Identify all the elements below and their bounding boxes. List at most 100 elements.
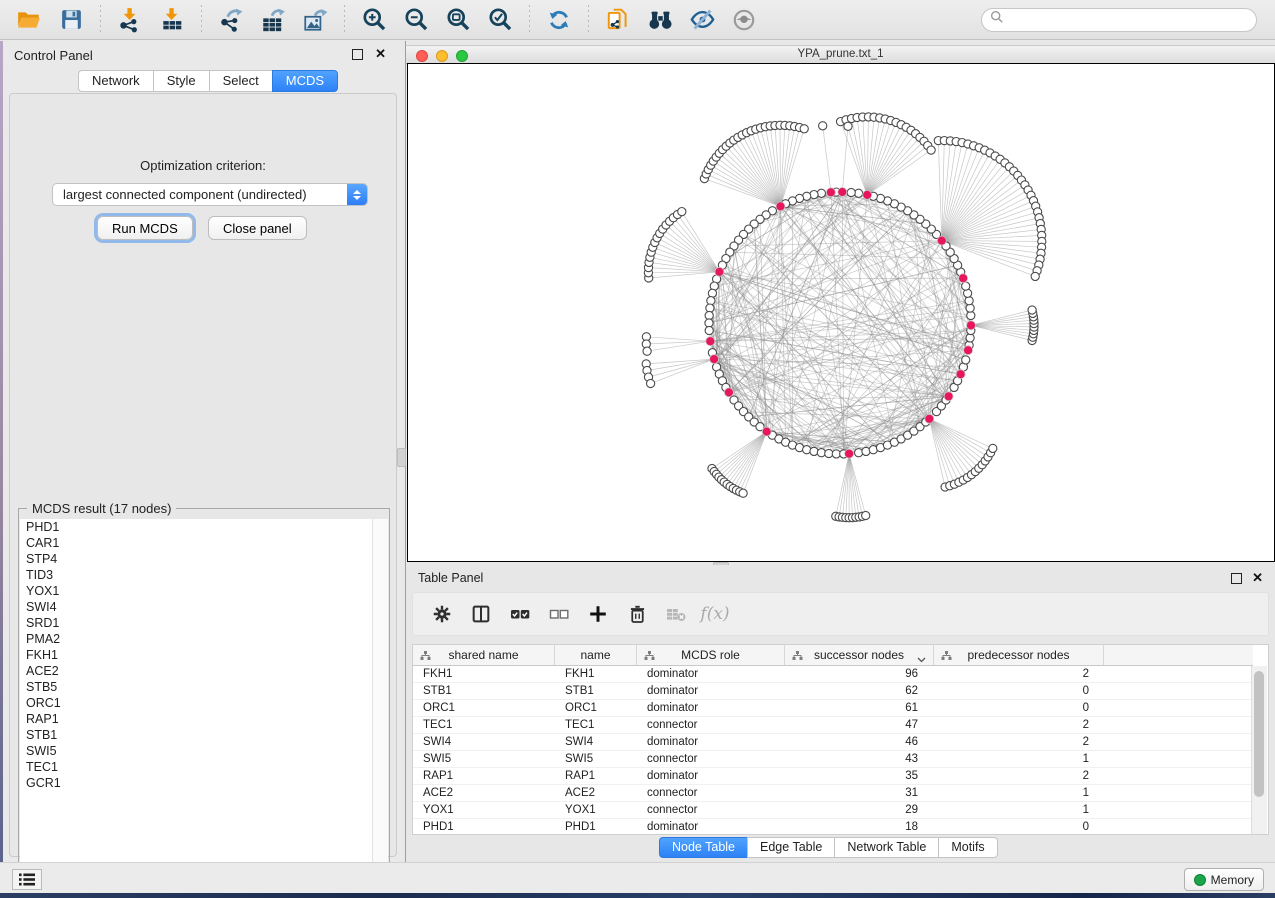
table-row[interactable]: SWI4SWI4dominator462 [413,734,1253,751]
mcds-result-item[interactable]: STP4 [20,551,372,567]
memory-button[interactable]: Memory [1184,868,1264,891]
tab-style[interactable]: Style [153,70,209,92]
table-cell[interactable]: connector [637,785,785,801]
table-cell[interactable]: dominator [637,819,785,834]
table-cell[interactable]: YOX1 [555,802,637,818]
table-cell[interactable]: 1 [934,802,1104,818]
import-table-icon[interactable] [157,5,187,35]
table-cell[interactable]: 2 [934,734,1104,750]
table-cell[interactable]: STB1 [413,683,555,699]
tab-mcds[interactable]: MCDS [272,70,338,92]
clone-network-icon[interactable] [603,5,633,35]
export-network-icon[interactable] [216,5,246,35]
table-scrollbar-thumb[interactable] [1254,671,1264,797]
float-table-panel-icon[interactable] [1231,573,1242,584]
close-table-panel-icon[interactable]: ✕ [1252,570,1263,586]
mcds-result-item[interactable]: RAP1 [20,711,372,727]
table-cell[interactable]: dominator [637,683,785,699]
optimization-criterion-select[interactable]: largest connected component (undirected) [52,183,368,206]
table-cell[interactable]: TEC1 [413,717,555,733]
table-cell[interactable]: 1 [934,785,1104,801]
table-cell[interactable] [1104,819,1253,834]
table-cell[interactable]: PHD1 [413,819,555,834]
table-cell[interactable]: connector [637,751,785,767]
mcds-result-item[interactable]: SWI4 [20,599,372,615]
table-cell[interactable]: ACE2 [555,785,637,801]
result-list-scrollbar[interactable] [372,519,388,878]
mcds-result-list[interactable]: PHD1CAR1STP4TID3YOX1SWI4SRD1PMA2FKH1ACE2… [20,519,372,878]
save-icon[interactable] [56,5,86,35]
table-cell[interactable]: FKH1 [555,666,637,682]
table-cell[interactable]: dominator [637,734,785,750]
table-row[interactable]: ORC1ORC1dominator610 [413,700,1253,717]
table-settings-gear-icon[interactable] [429,601,455,627]
table-row[interactable]: SWI5SWI5connector431 [413,751,1253,768]
export-image-icon[interactable] [300,5,330,35]
tab-network-table[interactable]: Network Table [834,837,938,858]
table-cell[interactable]: 43 [785,751,934,767]
import-network-icon[interactable] [115,5,145,35]
column-header-shared-name[interactable]: shared name [413,645,555,665]
tab-node-table[interactable]: Node Table [659,837,747,858]
table-cell[interactable]: 35 [785,768,934,784]
table-cell[interactable]: 46 [785,734,934,750]
close-panel-icon[interactable]: ✕ [375,46,386,62]
mcds-result-item[interactable]: SRD1 [20,615,372,631]
table-cell[interactable]: RAP1 [413,768,555,784]
mcds-result-item[interactable]: STB1 [20,727,372,743]
network-canvas[interactable] [407,63,1275,562]
table-cell[interactable]: dominator [637,700,785,716]
table-cell[interactable]: 18 [785,819,934,834]
table-cell[interactable]: PHD1 [555,819,637,834]
table-row[interactable]: YOX1YOX1connector291 [413,802,1253,819]
network-graph[interactable] [408,64,1272,559]
table-cell[interactable] [1104,683,1253,699]
show-column-icon[interactable] [468,601,494,627]
task-history-button[interactable] [12,869,42,890]
table-cell[interactable]: ORC1 [555,700,637,716]
search-input[interactable] [1004,10,1256,30]
table-row[interactable]: STB1STB1dominator620 [413,683,1253,700]
export-table-icon[interactable] [258,5,288,35]
table-cell[interactable]: YOX1 [413,802,555,818]
table-cell[interactable]: 0 [934,700,1104,716]
table-cell[interactable]: 31 [785,785,934,801]
mcds-result-item[interactable]: ORC1 [20,695,372,711]
mcds-result-item[interactable]: STB5 [20,679,372,695]
mcds-result-item[interactable]: GCR1 [20,775,372,791]
table-cell[interactable]: connector [637,717,785,733]
zoom-out-icon[interactable] [401,5,431,35]
column-header-mcds-role[interactable]: MCDS role [637,645,785,665]
mcds-result-item[interactable]: CAR1 [20,535,372,551]
table-cell[interactable]: 0 [934,819,1104,834]
table-cell[interactable]: SWI5 [413,751,555,767]
refresh-icon[interactable] [544,5,574,35]
mcds-result-item[interactable]: PMA2 [20,631,372,647]
zoom-selected-icon[interactable] [485,5,515,35]
mcds-result-item[interactable]: PHD1 [20,519,372,535]
table-cell[interactable]: dominator [637,768,785,784]
tab-network[interactable]: Network [78,70,153,92]
zoom-fit-icon[interactable] [443,5,473,35]
table-cell[interactable]: 2 [934,717,1104,733]
deselect-all-icon[interactable] [546,601,572,627]
table-cell[interactable]: 61 [785,700,934,716]
mcds-result-item[interactable]: SWI5 [20,743,372,759]
table-cell[interactable] [1104,700,1253,716]
mcds-result-item[interactable]: FKH1 [20,647,372,663]
table-cell[interactable]: connector [637,802,785,818]
table-cell[interactable]: 1 [934,751,1104,767]
table-cell[interactable]: SWI5 [555,751,637,767]
select-all-icon[interactable] [507,601,533,627]
table-cell[interactable]: 2 [934,666,1104,682]
column-header-predecessor-nodes[interactable]: predecessor nodes [934,645,1104,665]
column-header-name[interactable]: name [555,645,637,665]
table-cell[interactable]: ACE2 [413,785,555,801]
table-cell[interactable]: dominator [637,666,785,682]
mcds-result-item[interactable]: TEC1 [20,759,372,775]
table-row[interactable]: ACE2ACE2connector311 [413,785,1253,802]
table-cell[interactable]: 2 [934,768,1104,784]
table-cell[interactable]: STB1 [555,683,637,699]
table-cell[interactable]: 96 [785,666,934,682]
mcds-result-item[interactable]: TID3 [20,567,372,583]
